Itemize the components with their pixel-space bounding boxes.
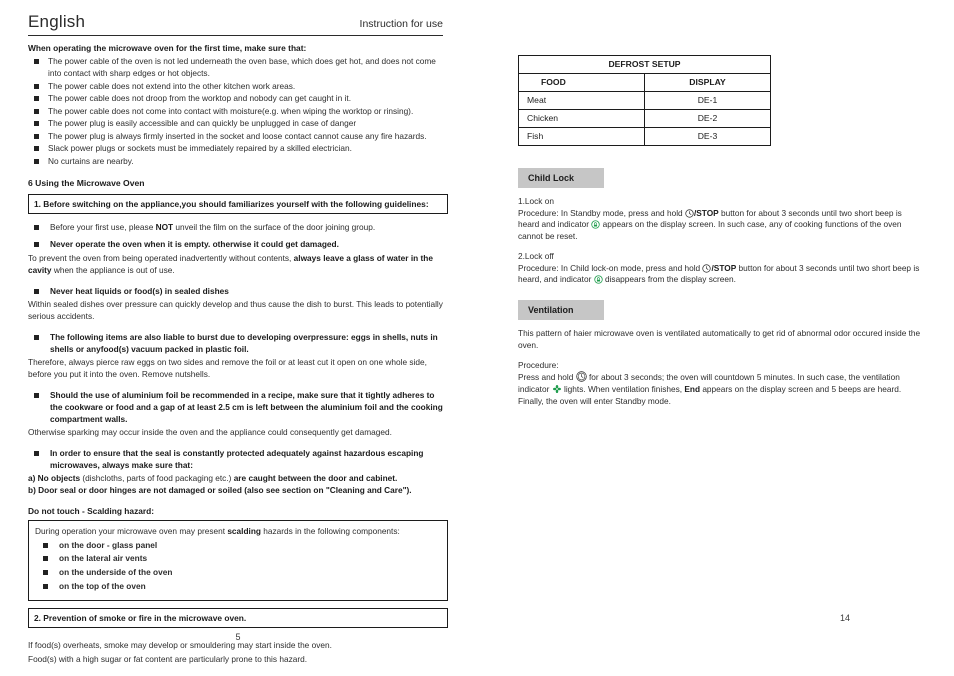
column-header-display: DISPLAY xyxy=(644,73,771,92)
sealed-dishes-heading: Never heat liquids or food(s) in sealed … xyxy=(28,285,448,297)
cell-display: DE-3 xyxy=(644,127,771,146)
aluminium-foil-body: Otherwise sparking may occur inside the … xyxy=(28,426,392,437)
ventilation-end-label: End xyxy=(684,384,701,395)
table-header-row: FOOD DISPLAY xyxy=(518,73,771,92)
burst-items-heading: The following items are also liable to b… xyxy=(28,331,448,355)
lock-off-text-c: disappears from the display screen. xyxy=(602,274,736,285)
child-lock-band-wrap: Child Lock xyxy=(518,168,923,188)
list-item: The power plug is always firmly inserted… xyxy=(28,130,448,142)
smoke-line-2: Food(s) with a high sugar or fat content… xyxy=(28,654,308,665)
never-empty-body: To prevent the oven from being operated … xyxy=(28,252,448,276)
section-band-child-lock: Child Lock xyxy=(518,168,604,188)
table-row: Fish DE-3 xyxy=(518,127,771,146)
document-page: English Instruction for use When operati… xyxy=(0,0,954,676)
child-lock-indicator-icon xyxy=(591,220,601,230)
ventilation-intro: This pattern of haier microwave oven is … xyxy=(518,328,921,350)
cell-food: Fish xyxy=(518,127,645,146)
section-band-ventilation: Ventilation xyxy=(518,300,604,320)
film-not-emphasis: NOT xyxy=(155,222,174,233)
clock-button-icon xyxy=(575,371,587,383)
defrost-setup-table: DEFROST SETUP FOOD DISPLAY Meat DE-1 Chi… xyxy=(518,55,771,146)
never-empty-body-a: To prevent the oven from being operated … xyxy=(28,252,294,263)
lock-off-stop-label: /STOP xyxy=(711,262,737,273)
page-header: English Instruction for use xyxy=(28,12,443,36)
left-column: When operating the microwave oven for th… xyxy=(28,40,448,667)
lock-off-title: 2.Lock off xyxy=(518,250,554,261)
never-empty-heading: Never operate the oven when it is empty.… xyxy=(28,238,448,250)
seal-item-a-bold1: a) No objects xyxy=(28,472,81,483)
smoke-prevention-box: 2. Prevention of smoke or fire in the mi… xyxy=(28,608,448,629)
list-item: The power plug is easily accessible and … xyxy=(28,117,448,129)
page-number-right: 14 xyxy=(839,613,850,623)
lock-on-title: 1.Lock on xyxy=(518,195,554,206)
column-header-food: FOOD xyxy=(518,73,645,92)
table-row: Meat DE-1 xyxy=(518,91,771,110)
list-item: on the top of the oven xyxy=(35,580,441,592)
list-item: The power cable does not droop from the … xyxy=(28,92,448,104)
burst-items-body: Therefore, always pierce raw eggs on two… xyxy=(28,356,427,379)
seal-item-a-bold2: are caught between the door and cabinet. xyxy=(233,472,398,483)
scalding-intro: During operation your microwave oven may… xyxy=(35,525,441,537)
list-item: No curtains are nearby. xyxy=(28,155,448,167)
lock-on-text-a: Procedure: In Standby mode, press and ho… xyxy=(518,207,685,218)
list-item: on the door - glass panel xyxy=(35,539,441,551)
ventilation-text-c: lights. When ventilation finishes, xyxy=(561,384,685,395)
right-column: DEFROST SETUP FOOD DISPLAY Meat DE-1 Chi… xyxy=(518,55,923,408)
section-title-using-oven: 6 Using the Microwave Oven xyxy=(28,177,145,188)
guidelines-box: 1. Before switching on the appliance,you… xyxy=(28,194,448,215)
lock-off-text-a: Procedure: In Child lock-on mode, press … xyxy=(518,262,703,273)
cell-food: Meat xyxy=(518,91,645,110)
seal-item-a: a) No objects (dishcloths, parts of food… xyxy=(28,472,448,484)
first-time-list: The power cable of the oven is not led u… xyxy=(28,55,448,167)
first-time-heading: When operating the microwave oven for th… xyxy=(28,43,307,53)
ventilation-band-wrap: Ventilation xyxy=(518,300,923,320)
seal-protection-heading: In order to ensure that the seal is cons… xyxy=(28,447,448,471)
scalding-components-list: on the door - glass panel on the lateral… xyxy=(35,539,441,592)
seal-item-a-normal: (dishcloths, parts of food packaging etc… xyxy=(80,472,234,483)
list-item: The power cable of the oven is not led u… xyxy=(28,55,448,79)
lock-on-stop-label: /STOP xyxy=(693,207,719,218)
table-title-row: DEFROST SETUP xyxy=(518,55,771,74)
scalding-intro-c: hazards in the following components: xyxy=(260,525,400,536)
sealed-dishes-body: Within sealed dishes over pressure can q… xyxy=(28,298,443,321)
language-title: English xyxy=(28,12,86,31)
defrost-table-title: DEFROST SETUP xyxy=(518,55,771,74)
aluminium-foil-heading: Should the use of aluminium foil be reco… xyxy=(28,389,448,425)
fan-indicator-icon xyxy=(552,384,562,394)
cell-food: Chicken xyxy=(518,109,645,128)
lock-on-procedure: Procedure: In Standby mode, press and ho… xyxy=(518,208,923,243)
scalding-heading: Do not touch - Scalding hazard: xyxy=(28,505,155,516)
film-text-b: unveil the film on the surface of the do… xyxy=(173,222,376,233)
table-row: Chicken DE-2 xyxy=(518,109,771,128)
ventilation-procedure-title: Procedure: xyxy=(518,359,559,370)
list-item: Slack power plugs or sockets must be imm… xyxy=(28,142,448,154)
instruction-for-use-label: Instruction for use xyxy=(359,18,443,30)
ventilation-text-a: Press and hold xyxy=(518,372,576,383)
list-item: The power cable does not extend into the… xyxy=(28,80,448,92)
ventilation-procedure-body: Press and hold for about 3 seconds; the … xyxy=(518,371,923,407)
scalding-box: During operation your microwave oven may… xyxy=(28,519,448,602)
list-item: on the underside of the oven xyxy=(35,566,441,578)
never-empty-body-c: when the appliance is out of use. xyxy=(51,264,175,275)
film-text-a: Before your first use, please xyxy=(50,222,156,233)
scalding-emphasis: scalding xyxy=(227,525,261,536)
seal-item-b: b) Door seal or door hinges are not dama… xyxy=(28,484,412,495)
lock-off-procedure: Procedure: In Child lock-on mode, press … xyxy=(518,263,923,287)
film-bullet: Before your first use, please NOT unveil… xyxy=(28,221,448,233)
scalding-intro-a: During operation your microwave oven may… xyxy=(35,525,228,536)
cell-display: DE-1 xyxy=(644,91,771,110)
page-number-left: 5 xyxy=(235,632,241,642)
list-item: on the lateral air vents xyxy=(35,552,441,564)
child-lock-indicator-icon xyxy=(593,275,603,285)
list-item: The power cable does not come into conta… xyxy=(28,105,448,117)
cell-display: DE-2 xyxy=(644,109,771,128)
stop-clock-icon xyxy=(685,208,694,218)
